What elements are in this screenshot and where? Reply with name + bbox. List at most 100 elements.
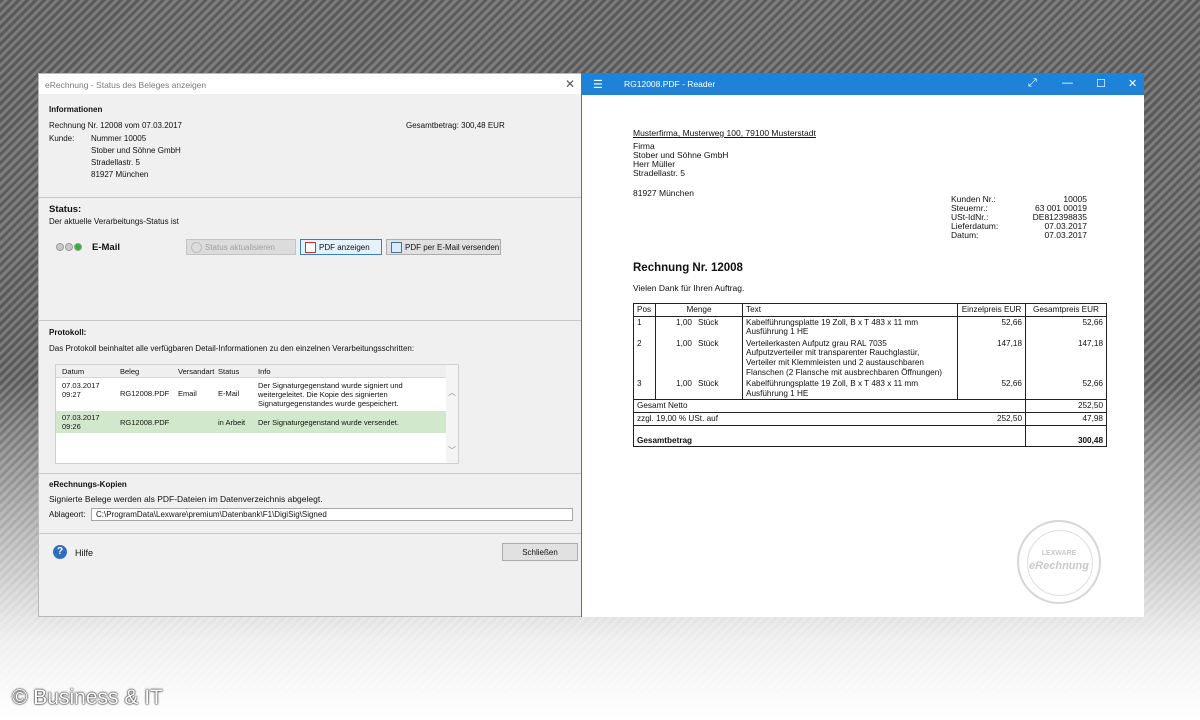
row-unit: Stück [694,378,743,401]
dialog-title: eRechnung - Status des Beleges anzeigen [45,80,207,90]
gross-value: 300,48 [1025,424,1107,448]
address-line: Stradellastr. 5 [633,168,685,178]
cell-document: RG12008.PDF [120,418,170,427]
meta-label: Datum: [951,230,979,240]
vat-value: 47,98 [1025,411,1107,426]
header-unit-price: Einzelpreis EUR [957,303,1026,317]
row-total: 147,18 [1025,337,1107,379]
column-header[interactable]: Status [215,365,255,378]
erechnung-seal: LEXWARE eRechnung [1017,520,1101,604]
protocol-heading: Protokoll: [49,328,87,337]
divider [39,533,581,534]
help-icon[interactable]: ? [53,545,67,559]
copies-description: Signierte Belege werden als PDF-Dateien … [49,494,323,504]
close-icon[interactable]: ✕ [1128,77,1137,90]
vat-row: zzgl. 19,00 % USt. auf 252,50 47,98 [633,411,1107,426]
divider [39,320,581,321]
seal-product: eRechnung [1029,560,1089,572]
invoice-row: 3 1,00 Stück Kabelführungsplatte 19 Zoll… [633,378,1107,401]
status-light-icon [74,243,82,251]
column-header[interactable]: Beleg [117,365,175,378]
status-value: E-Mail [92,242,120,253]
row-pos: 1 [633,315,656,338]
header-total-price: Gesamtpreis EUR [1025,303,1107,317]
status-heading: Status: [49,204,82,215]
storage-path-field[interactable]: C:\ProgramData\Lexware\premium\Datenbank… [91,508,573,521]
close-button[interactable]: Schließen [502,543,578,561]
net-value: 252,50 [1025,399,1107,413]
email-pdf-label: PDF per E-Mail versenden [405,242,500,252]
invoice-row: 2 1,00 Stück Verteilerkasten Aufputz gra… [633,337,1107,379]
path-label: Ablageort: [49,510,86,519]
row-text: Kabelführungsplatte 19 Zoll, B x T 483 x… [742,378,958,401]
column-header[interactable]: Versandart [175,365,215,378]
fullscreen-icon[interactable]: ⤢ [1028,77,1037,90]
row-unit: Stück [694,337,743,379]
invoice-table: Pos Menge Text Einzelpreis EUR Gesamtpre… [633,303,1107,448]
header-text: Text [742,303,958,317]
close-icon[interactable]: ✕ [565,77,575,91]
row-qty: 1,00 [654,378,695,401]
net-label: Gesamt Netto [633,399,1026,413]
status-light-icon [65,243,73,251]
gross-row: Gesamtbetrag 300,48 [633,424,1107,448]
invoice-row: 1 1,00 Stück Kabelführungsplatte 19 Zoll… [633,315,1107,338]
minimize-icon[interactable]: — [1062,77,1073,89]
row-qty: 1,00 [654,337,695,379]
cell-status: E-Mail [218,389,240,398]
row-total: 52,66 [1025,315,1107,338]
info-heading: Informationen [49,105,103,114]
row-price: 147,18 [957,337,1026,379]
address-city: 81927 München [633,188,694,198]
vat-base: 252,50 [957,411,1026,426]
row-qty: 1,00 [654,315,695,338]
row-price: 52,66 [957,378,1026,401]
status-dialog: eRechnung - Status des Beleges anzeigen … [38,73,582,617]
cell-method: Email [178,389,197,398]
help-link[interactable]: Hilfe [75,548,93,558]
dialog-titlebar: eRechnung - Status des Beleges anzeigen … [39,74,581,94]
invoice-header-row: Pos Menge Text Einzelpreis EUR Gesamtpre… [633,303,1107,317]
update-status-button[interactable]: Status aktualisieren [186,239,296,255]
hamburger-menu-icon[interactable]: ☰ [593,78,603,91]
invoice-heading: Rechnung Nr. 12008 [633,262,743,274]
row-pos: 3 [633,378,656,401]
status-description: Der aktuelle Verarbeitungs-Status ist [49,217,179,226]
column-header[interactable]: Datum [59,365,117,378]
show-pdf-button[interactable]: PDF anzeigen [300,239,382,255]
status-light-icon [56,243,64,251]
thanks-text: Vielen Dank für Ihren Auftrag. [633,283,745,293]
copyright-watermark: © Business & IT [12,686,163,709]
chevron-up-icon[interactable]: ︿ [448,387,456,398]
column-header[interactable]: Info [255,365,445,378]
gross-label: Gesamtbetrag [633,424,1026,448]
cell-document: RG12008.PDF [120,389,170,398]
row-total: 52,66 [1025,378,1107,401]
customer-line: Stober und Söhne GmbH [91,146,181,155]
seal-brand: LEXWARE [1041,550,1077,557]
chevron-down-icon[interactable]: ﹀ [448,445,456,456]
update-status-label: Status aktualisieren [205,242,275,252]
invoice-line: Rechnung Nr. 12008 vom 07.03.2017 [49,121,182,130]
row-unit: Stück [694,315,743,338]
table-row[interactable]: 07.03.2017 09:26 RG12008.PDF in Arbeit D… [56,411,446,433]
net-row: Gesamt Netto 252,50 [633,399,1107,413]
row-text: Kabelführungsplatte 19 Zoll, B x T 483 x… [742,315,958,338]
customer-line: 81927 München [91,170,149,179]
email-pdf-button[interactable]: PDF per E-Mail versenden [386,239,501,255]
table-scrollbar[interactable]: ︿ ﹀ [446,365,458,463]
protocol-description: Das Protokoll beinhaltet alle verfügbare… [49,344,415,353]
maximize-icon[interactable]: ☐ [1096,77,1106,90]
show-pdf-label: PDF anzeigen [319,242,370,252]
cell-info: Der Signaturgegenstand wurde signiert un… [258,381,403,408]
divider [39,473,581,474]
protocol-table[interactable]: Datum Beleg Versandart Status Info 07.03… [55,364,459,464]
table-row[interactable]: 07.03.2017 09:27 RG12008.PDF Email E-Mai… [56,379,446,409]
total-amount: Gesamtbetrag: 300,48 EUR [406,121,505,130]
pdf-icon [305,241,316,253]
reader-title: RG12008.PDF - Reader [624,79,716,89]
vat-label: zzgl. 19,00 % USt. auf [633,411,958,426]
row-text: Verteilerkasten Aufputz grau RAL 7035 Au… [742,337,958,379]
reader-titlebar: ☰ RG12008.PDF - Reader ⤢ — ☐ ✕ [582,73,1144,95]
header-qty: Menge [655,303,743,317]
